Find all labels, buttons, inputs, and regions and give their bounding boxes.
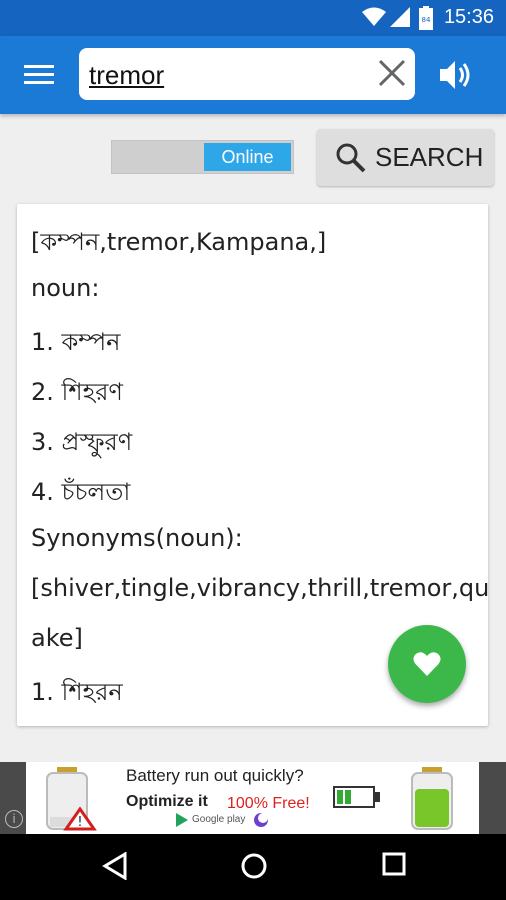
- back-icon[interactable]: [102, 852, 128, 880]
- magnifier-icon: [336, 143, 366, 173]
- home-icon[interactable]: [240, 852, 268, 880]
- result-line: Synonyms(noun):: [31, 524, 243, 552]
- ad-banner[interactable]: i ! Battery run out quickly? Optimize it…: [0, 762, 506, 834]
- result-line: [কম্পন,tremor,Kampana,]: [31, 228, 327, 256]
- ad-subline: Optimize it: [126, 793, 208, 810]
- search-button[interactable]: SEARCH: [317, 129, 494, 186]
- battery-meter-icon: [333, 786, 380, 808]
- app-bar: [0, 36, 506, 114]
- ad-free-text: 100% Free!: [227, 795, 310, 812]
- recents-icon[interactable]: [382, 852, 406, 876]
- close-icon[interactable]: [377, 58, 407, 88]
- ad-store-label: Google play: [192, 814, 246, 825]
- ad-headline: Battery run out quickly?: [126, 766, 304, 785]
- result-line: 4. চঁচলতা: [31, 478, 131, 506]
- result-line: 2. শিহরণ: [31, 378, 123, 406]
- ad-content[interactable]: ! Battery run out quickly? Optimize it 1…: [26, 762, 479, 834]
- speaker-icon[interactable]: [436, 56, 474, 94]
- result-line: 1. শিহরন: [31, 678, 123, 706]
- result-line: 1. কম্পন: [31, 328, 121, 356]
- wifi-icon: [362, 7, 386, 26]
- hamburger-menu-icon[interactable]: [24, 65, 54, 87]
- status-bar: 84 15:36: [0, 0, 506, 36]
- svg-text:!: !: [77, 815, 82, 830]
- online-toggle[interactable]: Online: [111, 140, 294, 174]
- result-line: noun:: [31, 274, 100, 302]
- favorite-button[interactable]: [388, 625, 466, 703]
- result-line: 3. প্রস্ফুরণ: [31, 428, 133, 456]
- heart-icon: [413, 652, 441, 676]
- google-play-icon: [176, 813, 188, 827]
- ad-info-icon[interactable]: i: [5, 810, 23, 828]
- result-line: ake]: [31, 624, 83, 652]
- search-button-label: SEARCH: [375, 142, 484, 172]
- nav-bar: [0, 834, 506, 900]
- empty-battery-icon: !: [46, 767, 97, 831]
- battery-level: 84: [422, 16, 431, 24]
- moon-badge-icon: [254, 813, 268, 827]
- full-battery-icon: [411, 767, 453, 830]
- clock: 15:36: [443, 6, 494, 28]
- signal-icon: [390, 7, 410, 27]
- result-line: [shiver,tingle,vibrancy,thrill,tremor,qu: [31, 574, 490, 602]
- toggle-online-label: Online: [204, 143, 291, 171]
- search-input[interactable]: [87, 56, 371, 94]
- search-box: [79, 48, 415, 100]
- battery-icon: 84: [419, 6, 433, 30]
